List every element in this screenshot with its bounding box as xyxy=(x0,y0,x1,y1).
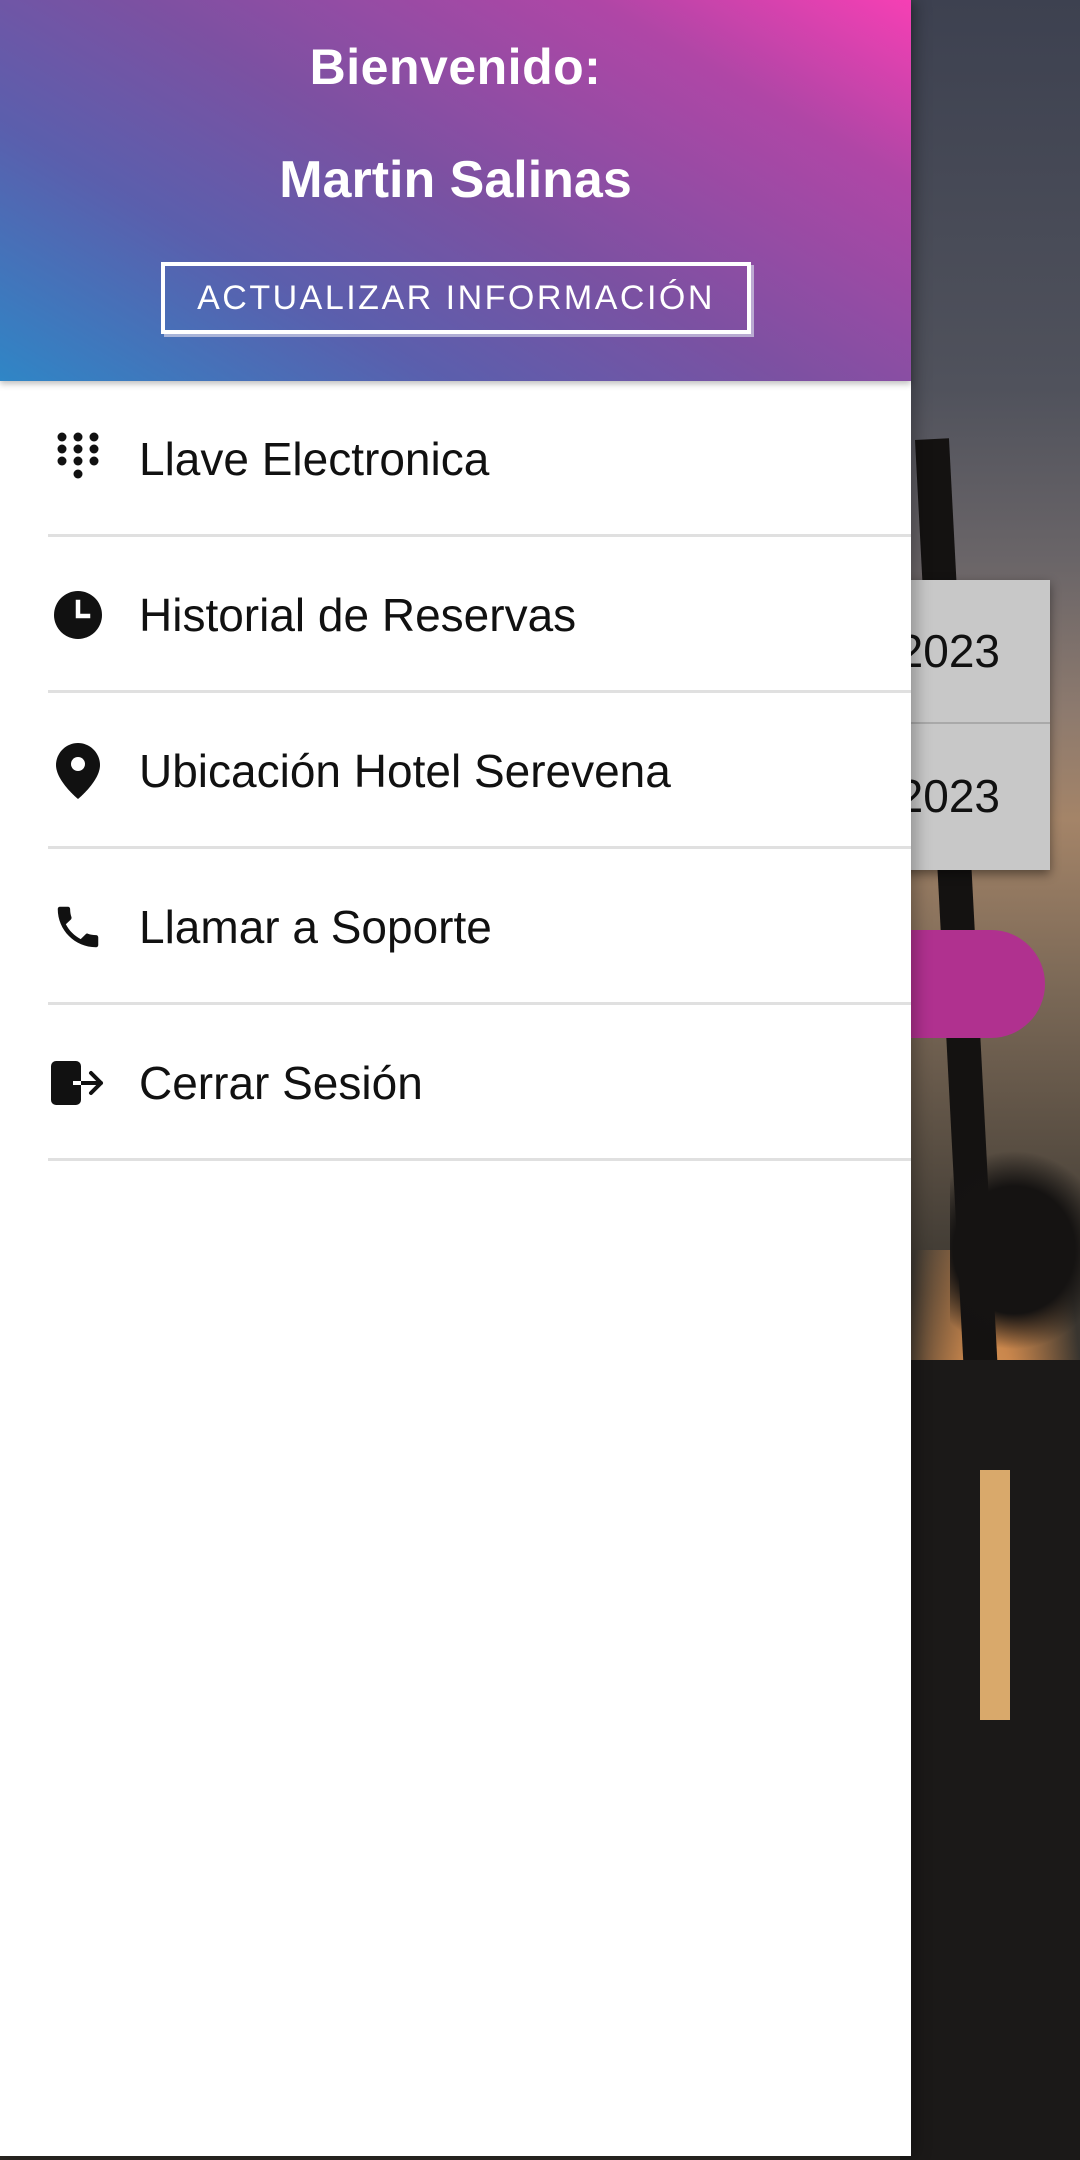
dialpad-icon xyxy=(50,431,106,487)
user-name: Martin Salinas xyxy=(279,151,632,209)
menu-item-electronic-key[interactable]: Llave Electronica xyxy=(0,381,911,537)
menu-item-logout[interactable]: Cerrar Sesión xyxy=(0,1005,911,1161)
menu-item-reservation-history[interactable]: Historial de Reservas xyxy=(0,537,911,693)
navigation-drawer: Bienvenido: Martin Salinas ACTUALIZAR IN… xyxy=(0,0,911,2156)
location-pin-icon xyxy=(50,743,106,799)
menu-item-label: Llave Electronica xyxy=(139,433,490,485)
update-info-button[interactable]: ACTUALIZAR INFORMACIÓN xyxy=(161,262,751,334)
menu-item-label: Llamar a Soporte xyxy=(139,901,492,953)
menu-item-call-support[interactable]: Llamar a Soporte xyxy=(0,849,911,1005)
phone-icon xyxy=(50,899,106,955)
welcome-text: Bienvenido: xyxy=(309,39,602,95)
drawer-menu: Llave Electronica Historial de Reservas xyxy=(0,381,911,1161)
menu-item-label: Historial de Reservas xyxy=(139,589,577,641)
menu-item-label: Ubicación Hotel Serevena xyxy=(139,745,671,797)
drawer-header: Bienvenido: Martin Salinas ACTUALIZAR IN… xyxy=(0,0,911,381)
clock-icon xyxy=(50,587,106,643)
divider xyxy=(48,1158,911,1161)
menu-item-hotel-location[interactable]: Ubicación Hotel Serevena xyxy=(0,693,911,849)
logout-icon xyxy=(50,1055,106,1111)
menu-item-label: Cerrar Sesión xyxy=(139,1057,423,1109)
lit-window xyxy=(980,1470,1010,1720)
building-silhouette xyxy=(900,1360,1080,2160)
palm-leaves xyxy=(950,1150,1080,1350)
